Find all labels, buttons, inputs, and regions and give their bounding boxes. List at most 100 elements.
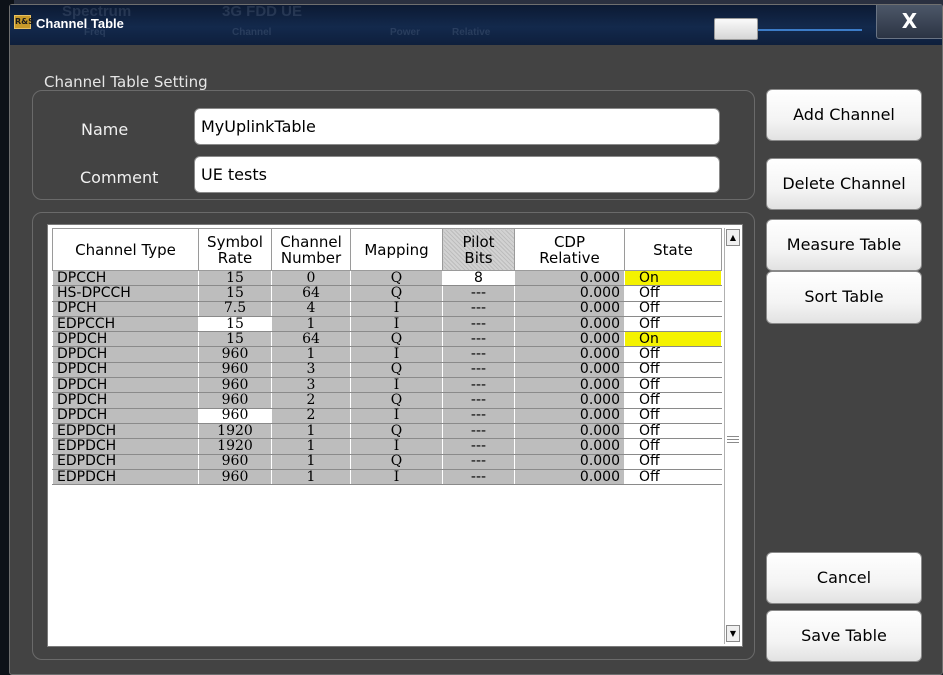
cancel-button[interactable]: Cancel bbox=[766, 552, 922, 604]
add-channel-button[interactable]: Add Channel bbox=[766, 89, 922, 141]
column-header-state[interactable]: State bbox=[624, 228, 722, 271]
cell-mapping[interactable]: I bbox=[350, 301, 443, 317]
cell-mapping[interactable]: Q bbox=[350, 454, 443, 470]
cell-pilot-bits[interactable]: --- bbox=[442, 362, 515, 379]
cell-channel-type[interactable]: DPCCH bbox=[52, 270, 199, 287]
cell-symbol-rate[interactable]: 1920 bbox=[198, 423, 272, 440]
cell-symbol-rate[interactable]: 15 bbox=[198, 270, 272, 287]
table-row[interactable]: DPDCH 960 1 I --- 0.000 Off bbox=[52, 346, 722, 363]
cell-channel-number[interactable]: 0 bbox=[271, 270, 351, 287]
close-button[interactable]: X bbox=[876, 5, 942, 39]
cell-cdp-relative[interactable]: 0.000 bbox=[514, 301, 625, 317]
cell-state[interactable]: Off bbox=[624, 285, 722, 302]
column-header-cdp-relative[interactable]: CDP Relative bbox=[514, 228, 625, 271]
cell-symbol-rate[interactable]: 960 bbox=[198, 362, 272, 379]
cell-mapping[interactable]: I bbox=[350, 408, 443, 424]
cell-cdp-relative[interactable]: 0.000 bbox=[514, 377, 625, 394]
cell-state[interactable]: Off bbox=[624, 438, 722, 455]
column-header-symbol-rate[interactable]: Symbol Rate bbox=[198, 228, 272, 271]
cell-channel-number[interactable]: 1 bbox=[271, 469, 351, 486]
cell-channel-number[interactable]: 3 bbox=[271, 377, 351, 394]
cell-mapping[interactable]: I bbox=[350, 316, 443, 333]
cell-cdp-relative[interactable]: 0.000 bbox=[514, 362, 625, 379]
cell-channel-number[interactable]: 1 bbox=[271, 423, 351, 440]
sort-table-button[interactable]: Sort Table bbox=[766, 271, 922, 324]
cell-state[interactable]: Off bbox=[624, 301, 722, 317]
dialog-titlebar[interactable]: Spectrum 3G FDD UE Freq Channel Power Re… bbox=[10, 3, 942, 45]
cell-state[interactable]: Off bbox=[624, 423, 722, 440]
table-row[interactable]: EDPDCH 1920 1 Q --- 0.000 Off bbox=[52, 423, 722, 440]
cell-pilot-bits[interactable]: --- bbox=[442, 438, 515, 455]
transparency-slider-track[interactable] bbox=[754, 29, 862, 31]
cell-state[interactable]: Off bbox=[624, 377, 722, 394]
cell-cdp-relative[interactable]: 0.000 bbox=[514, 469, 625, 486]
cell-cdp-relative[interactable]: 0.000 bbox=[514, 454, 625, 470]
cell-symbol-rate[interactable]: 7.5 bbox=[198, 301, 272, 317]
cell-pilot-bits[interactable]: --- bbox=[442, 423, 515, 440]
cell-channel-number[interactable]: 64 bbox=[271, 331, 351, 348]
table-row[interactable]: DPDCH 960 2 Q --- 0.000 Off bbox=[52, 392, 722, 409]
cell-cdp-relative[interactable]: 0.000 bbox=[514, 438, 625, 455]
column-header-channel-number[interactable]: Channel Number bbox=[271, 228, 351, 271]
cell-pilot-bits[interactable]: 8 bbox=[442, 270, 515, 287]
column-header-channel-type[interactable]: Channel Type bbox=[52, 228, 199, 271]
cell-channel-type[interactable]: DPDCH bbox=[52, 408, 199, 424]
cell-pilot-bits[interactable]: --- bbox=[442, 469, 515, 486]
cell-symbol-rate[interactable]: 960 bbox=[198, 454, 272, 470]
table-scrollbar[interactable]: ▲ ▼ bbox=[724, 228, 741, 644]
cell-mapping[interactable]: Q bbox=[350, 362, 443, 379]
cell-channel-type[interactable]: EDPCCH bbox=[52, 316, 199, 333]
cell-mapping[interactable]: I bbox=[350, 469, 443, 486]
table-row[interactable]: EDPDCH 1920 1 I --- 0.000 Off bbox=[52, 438, 722, 455]
cell-channel-number[interactable]: 4 bbox=[271, 301, 351, 317]
cell-state[interactable]: On bbox=[624, 270, 722, 287]
cell-cdp-relative[interactable]: 0.000 bbox=[514, 316, 625, 333]
cell-pilot-bits[interactable]: --- bbox=[442, 377, 515, 394]
cell-channel-type[interactable]: DPDCH bbox=[52, 346, 199, 363]
cell-symbol-rate[interactable]: 15 bbox=[198, 316, 272, 333]
cell-pilot-bits[interactable]: --- bbox=[442, 454, 515, 470]
cell-mapping[interactable]: Q bbox=[350, 331, 443, 348]
cell-channel-type[interactable]: DPDCH bbox=[52, 362, 199, 379]
cell-channel-type[interactable]: EDPDCH bbox=[52, 454, 199, 470]
scroll-up-button[interactable]: ▲ bbox=[726, 229, 740, 246]
transparency-slider-handle[interactable] bbox=[714, 18, 758, 40]
cell-symbol-rate[interactable]: 960 bbox=[198, 377, 272, 394]
cell-symbol-rate[interactable]: 960 bbox=[198, 469, 272, 486]
cell-cdp-relative[interactable]: 0.000 bbox=[514, 270, 625, 287]
cell-symbol-rate[interactable]: 1920 bbox=[198, 438, 272, 455]
cell-channel-type[interactable]: EDPDCH bbox=[52, 438, 199, 455]
cell-state[interactable]: Off bbox=[624, 469, 722, 486]
cell-channel-number[interactable]: 64 bbox=[271, 285, 351, 302]
cell-channel-type[interactable]: DPDCH bbox=[52, 331, 199, 348]
cell-state[interactable]: On bbox=[624, 331, 722, 348]
comment-input[interactable]: UE tests bbox=[194, 156, 720, 193]
cell-symbol-rate[interactable]: 15 bbox=[198, 331, 272, 348]
cell-symbol-rate[interactable]: 960 bbox=[198, 408, 272, 424]
cell-cdp-relative[interactable]: 0.000 bbox=[514, 408, 625, 424]
table-row[interactable]: DPCCH 15 0 Q 8 0.000 On bbox=[52, 270, 722, 287]
table-row[interactable]: DPDCH 15 64 Q --- 0.000 On bbox=[52, 331, 722, 348]
table-row[interactable]: EDPCCH 15 1 I --- 0.000 Off bbox=[52, 316, 722, 333]
cell-symbol-rate[interactable]: 960 bbox=[198, 392, 272, 409]
column-header-pilot-bits[interactable]: Pilot Bits bbox=[442, 228, 515, 271]
cell-channel-number[interactable]: 2 bbox=[271, 408, 351, 424]
cell-cdp-relative[interactable]: 0.000 bbox=[514, 285, 625, 302]
cell-mapping[interactable]: Q bbox=[350, 270, 443, 287]
table-row[interactable]: DPDCH 960 3 I --- 0.000 Off bbox=[52, 377, 722, 394]
cell-channel-type[interactable]: DPCH bbox=[52, 301, 199, 317]
table-row[interactable]: DPDCH 960 2 I --- 0.000 Off bbox=[52, 408, 722, 424]
cell-mapping[interactable]: I bbox=[350, 377, 443, 394]
cell-channel-type[interactable]: DPDCH bbox=[52, 392, 199, 409]
cell-mapping[interactable]: Q bbox=[350, 392, 443, 409]
cell-mapping[interactable]: Q bbox=[350, 423, 443, 440]
cell-channel-number[interactable]: 1 bbox=[271, 316, 351, 333]
table-row[interactable]: DPDCH 960 3 Q --- 0.000 Off bbox=[52, 362, 722, 379]
cell-cdp-relative[interactable]: 0.000 bbox=[514, 392, 625, 409]
cell-state[interactable]: Off bbox=[624, 362, 722, 379]
cell-pilot-bits[interactable]: --- bbox=[442, 346, 515, 363]
cell-channel-number[interactable]: 1 bbox=[271, 438, 351, 455]
scroll-grip-icon[interactable] bbox=[727, 436, 739, 443]
cell-state[interactable]: Off bbox=[624, 316, 722, 333]
name-input[interactable]: MyUplinkTable bbox=[194, 108, 720, 145]
